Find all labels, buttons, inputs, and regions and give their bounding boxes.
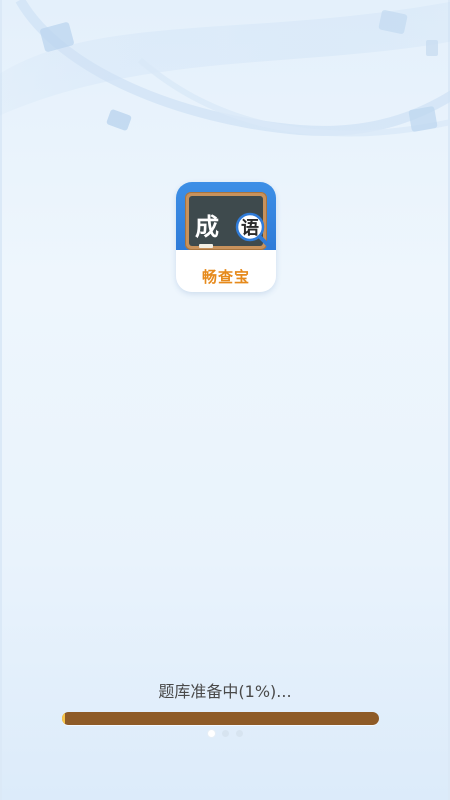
app-name: 畅查宝 bbox=[201, 268, 250, 286]
loading-progress-fill bbox=[62, 712, 66, 725]
page-indicator bbox=[0, 730, 450, 737]
icon-char-yu: 语 bbox=[241, 218, 259, 239]
icon-char-cheng: 成 bbox=[195, 213, 219, 241]
blackboard-graphic: 成 语 bbox=[185, 192, 272, 250]
background-decoration bbox=[0, 0, 450, 137]
app-icon: 成 语 畅查宝 bbox=[176, 182, 276, 292]
loading-status-text: 题库准备中(1%)... bbox=[158, 682, 292, 701]
page-dot bbox=[207, 730, 215, 737]
page-dot bbox=[235, 730, 243, 737]
magnifier-icon: 语 bbox=[235, 212, 272, 249]
page-dot bbox=[221, 730, 229, 737]
loading-progress-bar bbox=[62, 712, 379, 725]
chalk-graphic bbox=[199, 244, 213, 248]
